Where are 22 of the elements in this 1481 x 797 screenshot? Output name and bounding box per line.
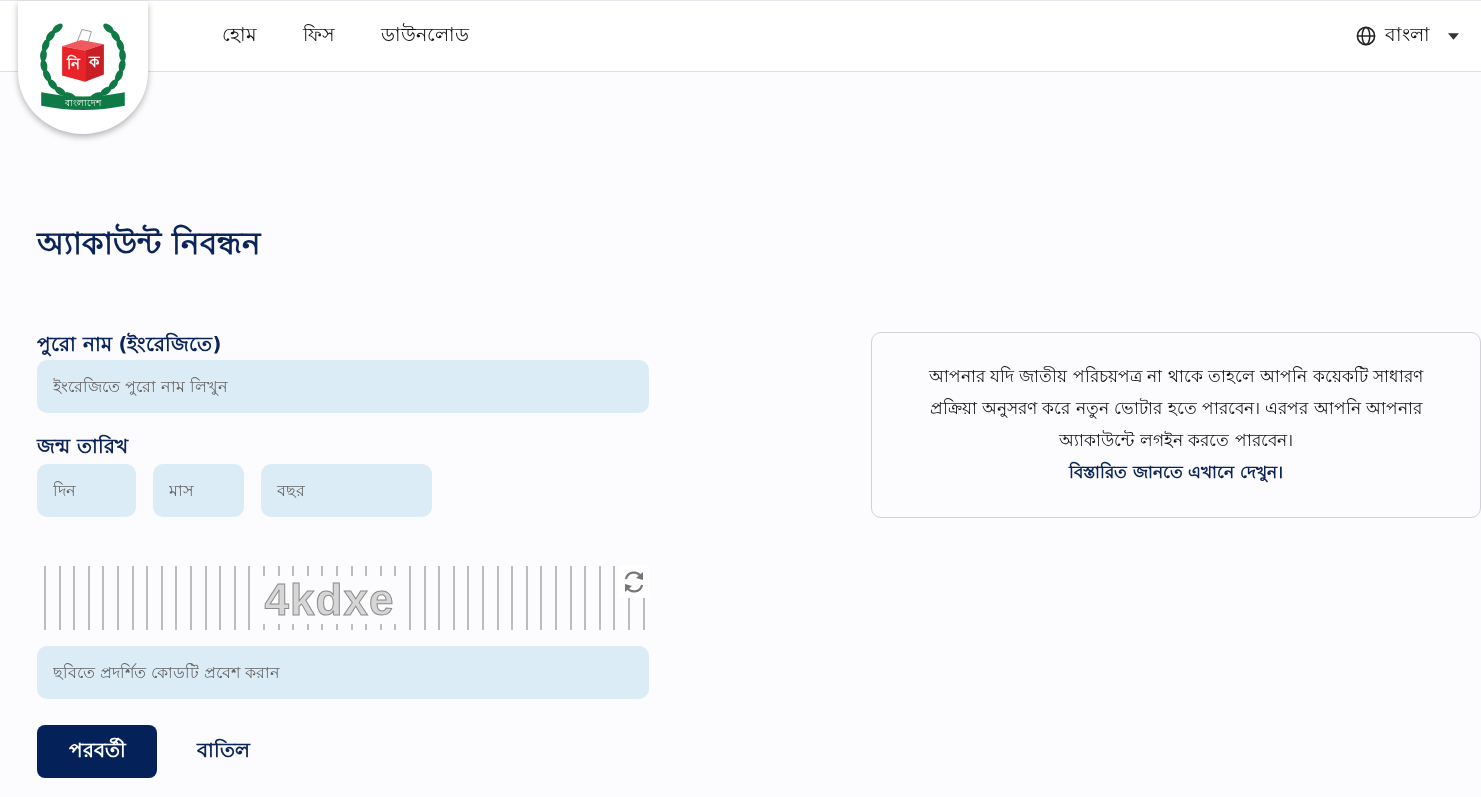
nav-link[interactable]: ডাউনলোড [381,20,469,52]
next-button[interactable]: পরবর্তী [37,725,157,778]
info-text: আপনার যদি জাতীয় পরিচয়পত্র না থাকে তাহলে আপনি কয়েকটি সাধারণ প্রক্রিয়া অনুসরণ করে নতুন ভোটার হতে পারবেন। এরপর আপনি আপনার অ্যাকাউন্টে লগইন করতে পারবেন। [927,365,1425,452]
captcha-code: 4kdxe [260,576,399,624]
date-input[interactable]: দিন [37,464,136,517]
emblem-letter: নি [67,55,81,73]
date-input[interactable]: মাস [153,464,244,517]
emblem-letter: ক [89,53,100,71]
date-input[interactable]: বছর [261,464,432,517]
page-title: অ্যাকাউন্ট নিবন্ধন [37,223,261,263]
field-label: পুরো নাম (ইংরেজিতে) [37,332,222,357]
nav-link[interactable]: ফিস [303,20,335,52]
name-input[interactable]: ইংরেজিতে পুরো নাম লিখুন [37,360,649,413]
cancel-button[interactable]: বাতিল [177,725,270,778]
field-label: জন্ম তারিখ [37,434,128,459]
details-link[interactable]: বিস্তারিত জানতে এখানে দেখুন। [1068,456,1284,488]
globe-icon [1356,26,1376,46]
language-selector[interactable]: বাংলা [1354,16,1461,56]
emblem-ribbon-text: বাংলাদেশ [65,96,101,108]
nav-link[interactable]: হোম [222,20,257,52]
caret-icon [1448,32,1459,40]
captcha-input[interactable]: ছবিতে প্রদর্শিত কোডটি প্রবেশ করান [37,646,649,699]
